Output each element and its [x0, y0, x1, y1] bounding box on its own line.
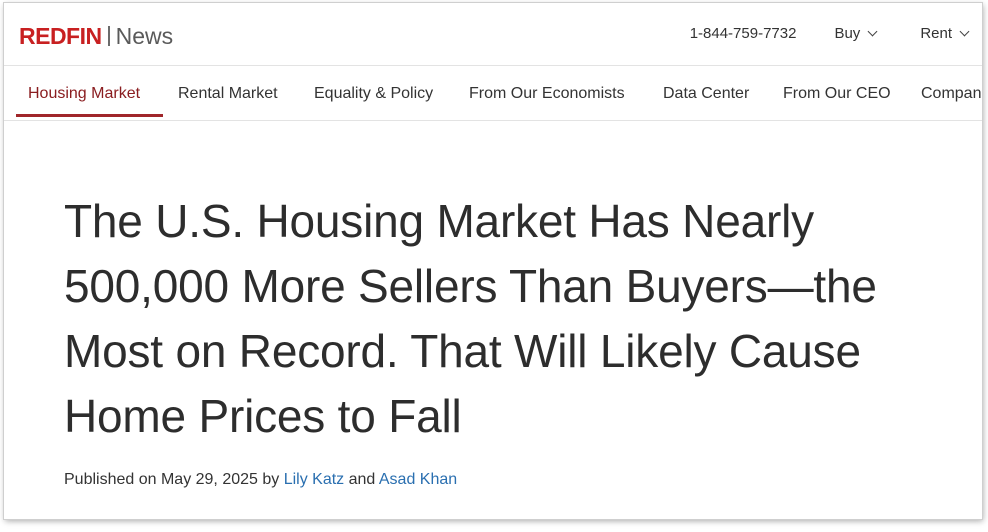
byline-conjunction: and	[344, 471, 379, 488]
chevron-down-icon	[867, 26, 878, 37]
buy-menu[interactable]: Buy	[834, 25, 878, 42]
browser-page: REDFIN News 1-844-759-7732 Buy Rent Hous…	[4, 3, 982, 519]
rent-menu[interactable]: Rent	[920, 25, 970, 42]
site-header: REDFIN News 1-844-759-7732 Buy Rent	[4, 3, 982, 66]
author-link-asad-khan[interactable]: Asad Khan	[379, 471, 457, 488]
nav-item-from-our-ceo[interactable]: From Our CEO	[783, 84, 891, 104]
logo-divider	[107, 26, 110, 46]
buy-menu-label: Buy	[834, 25, 861, 42]
article-title: The U.S. Housing Market Has Nearly 500,0…	[64, 195, 877, 442]
nav-item-data-center[interactable]: Data Center	[663, 84, 749, 104]
active-tab-indicator	[16, 114, 163, 117]
header-actions: 1-844-759-7732 Buy Rent	[690, 25, 970, 42]
category-nav: Housing Market Rental Market Equality & …	[4, 66, 982, 121]
nav-item-from-our-economists[interactable]: From Our Economists	[469, 84, 625, 104]
nav-item-rental-market[interactable]: Rental Market	[178, 84, 278, 104]
phone-link[interactable]: 1-844-759-7732	[690, 25, 797, 42]
logo-brand: REDFIN	[19, 23, 102, 49]
chevron-down-icon	[959, 26, 970, 37]
logo-section: News	[115, 23, 174, 49]
byline-date: Published on May 29, 2025 by	[64, 471, 284, 488]
rent-menu-label: Rent	[920, 25, 952, 42]
article-byline: Published on May 29, 2025 by Lily Katz a…	[64, 471, 457, 489]
nav-item-company[interactable]: Compan	[921, 84, 981, 104]
nav-item-equality-policy[interactable]: Equality & Policy	[314, 84, 433, 104]
nav-item-housing-market[interactable]: Housing Market	[28, 84, 140, 104]
site-logo[interactable]: REDFIN News	[19, 23, 173, 49]
author-link-lily-katz[interactable]: Lily Katz	[284, 471, 344, 488]
